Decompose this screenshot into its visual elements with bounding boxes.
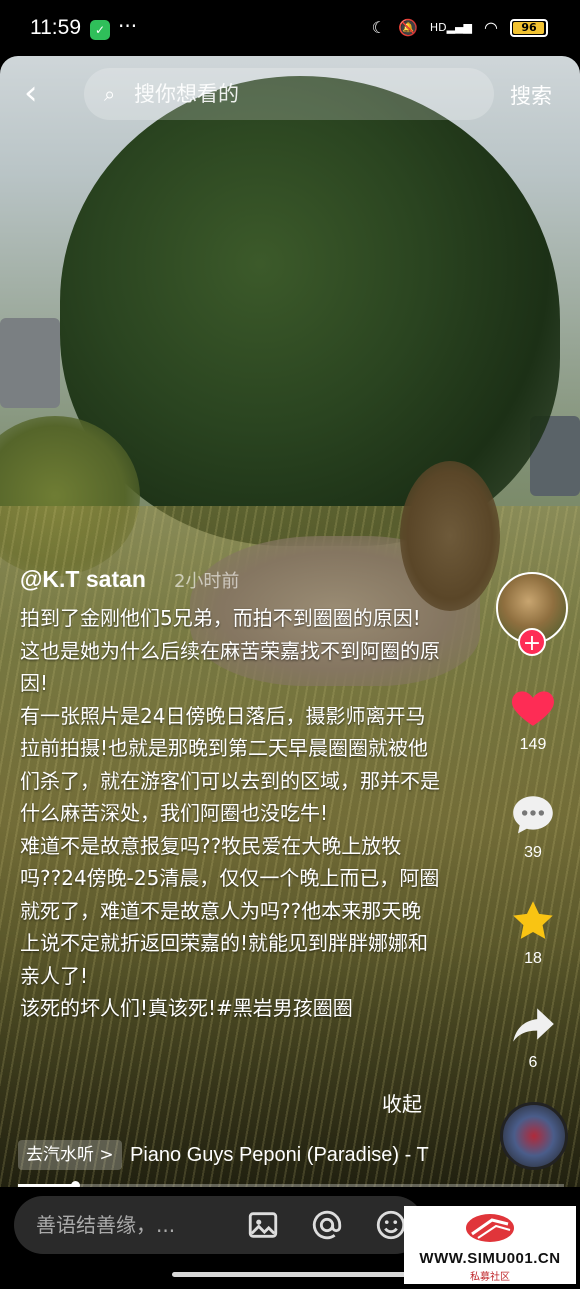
like-button[interactable]: 149 (496, 682, 570, 754)
comment-icon (513, 796, 553, 834)
battery-level: 96 (521, 20, 537, 34)
listen-in-app-button[interactable]: 去汽水听 > (18, 1140, 122, 1170)
share-count: 6 (528, 1054, 538, 1071)
favorite-button[interactable]: 18 (496, 896, 570, 968)
search-box[interactable]: ⌕ (84, 68, 494, 120)
emoji-icon[interactable] (374, 1208, 408, 1242)
comment-box[interactable] (14, 1196, 424, 1254)
more-notifications-icon: ··· (118, 14, 138, 38)
signal-icon: HD▂▄▆ (429, 20, 473, 34)
watermark-url: WWW.SIMU001.CN (419, 1250, 561, 1267)
home-indicator[interactable] (172, 1272, 408, 1277)
battery-icon: 96 (510, 18, 548, 37)
mention-icon[interactable] (310, 1208, 344, 1242)
status-bar: 11:59 ✓ ··· ☾ 🔕 HD▂▄▆ ◠ 96 (0, 0, 580, 56)
music-disc[interactable] (500, 1102, 568, 1170)
watermark: WWW.SIMU001.CN 私募社区 (404, 1206, 576, 1284)
wifi-icon: ◠ (484, 18, 498, 37)
like-count: 149 (519, 736, 547, 753)
author-name[interactable]: @K.T satan (20, 566, 146, 593)
comment-input[interactable] (36, 1213, 236, 1237)
video-scene-vehicle (0, 318, 60, 408)
image-icon[interactable] (246, 1208, 280, 1242)
collapse-button[interactable]: 收起 (382, 1088, 422, 1117)
share-button[interactable]: 6 (496, 1000, 570, 1072)
back-button[interactable]: ‹ (24, 74, 64, 114)
search-icon: ⌕ (104, 82, 116, 106)
watermark-logo-icon (466, 1214, 514, 1242)
follow-button[interactable]: + (518, 628, 546, 656)
share-arrow-icon (513, 1008, 554, 1042)
chevron-left-icon: ‹ (24, 73, 38, 113)
comment-button[interactable]: 39 (496, 790, 570, 862)
status-icons: ☾ 🔕 HD▂▄▆ ◠ 96 (372, 18, 548, 37)
network-type-label: HD (429, 20, 447, 34)
star-icon (513, 901, 553, 939)
music-title[interactable]: Piano Guys Peponi (Paradise) - T (130, 1140, 435, 1170)
moon-icon: ☾ (371, 18, 386, 37)
watermark-subtitle: 私募社区 (470, 1272, 510, 1283)
comment-count: 39 (524, 844, 542, 861)
video-scene-lion-mane (400, 461, 500, 611)
post-time: 2小时前 (173, 571, 240, 592)
favorite-count: 18 (524, 950, 542, 967)
author-avatar-wrap[interactable]: + (496, 572, 570, 656)
search-button[interactable]: 搜索 (510, 80, 552, 110)
post-caption[interactable]: 拍到了金刚他们5兄弟，而拍不到圈圈的原因!这也是她为什么后续在麻苦荣嘉找不到阿圈… (20, 602, 440, 1025)
mute-icon: 🔕 (397, 18, 418, 37)
status-time: 11:59 (30, 16, 81, 39)
author-row: @K.T satan 2小时前 (20, 566, 239, 593)
heart-icon (511, 691, 555, 726)
shield-icon: ✓ (90, 20, 110, 40)
search-input[interactable] (134, 82, 434, 106)
